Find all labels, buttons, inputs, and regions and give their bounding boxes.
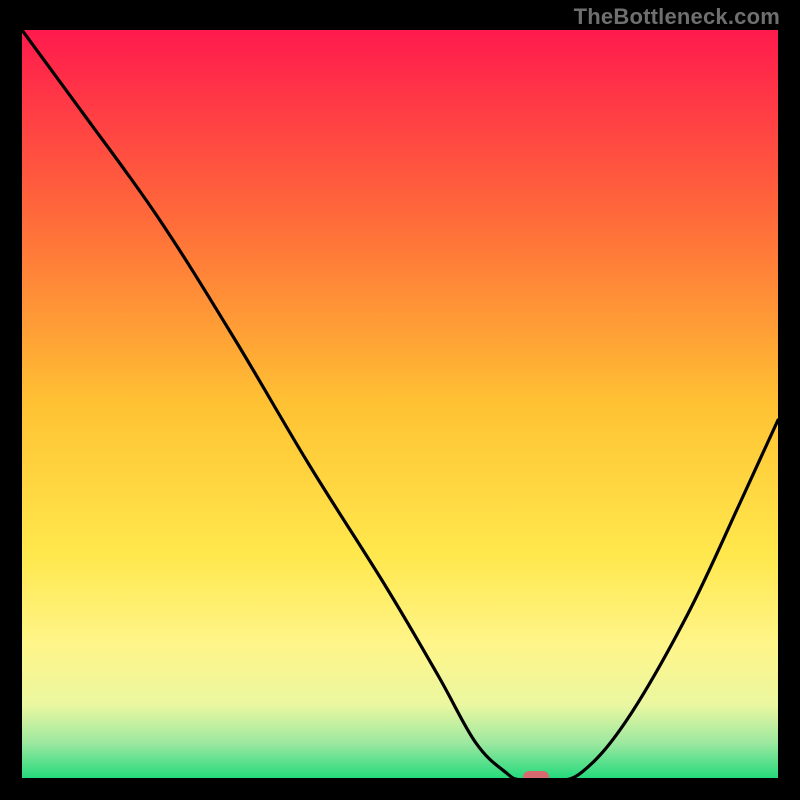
watermark-text: TheBottleneck.com [574, 4, 780, 30]
chart-background [22, 30, 778, 780]
chart-container: TheBottleneck.com [0, 0, 800, 800]
plot-area [22, 30, 778, 780]
chart-svg [22, 30, 778, 780]
